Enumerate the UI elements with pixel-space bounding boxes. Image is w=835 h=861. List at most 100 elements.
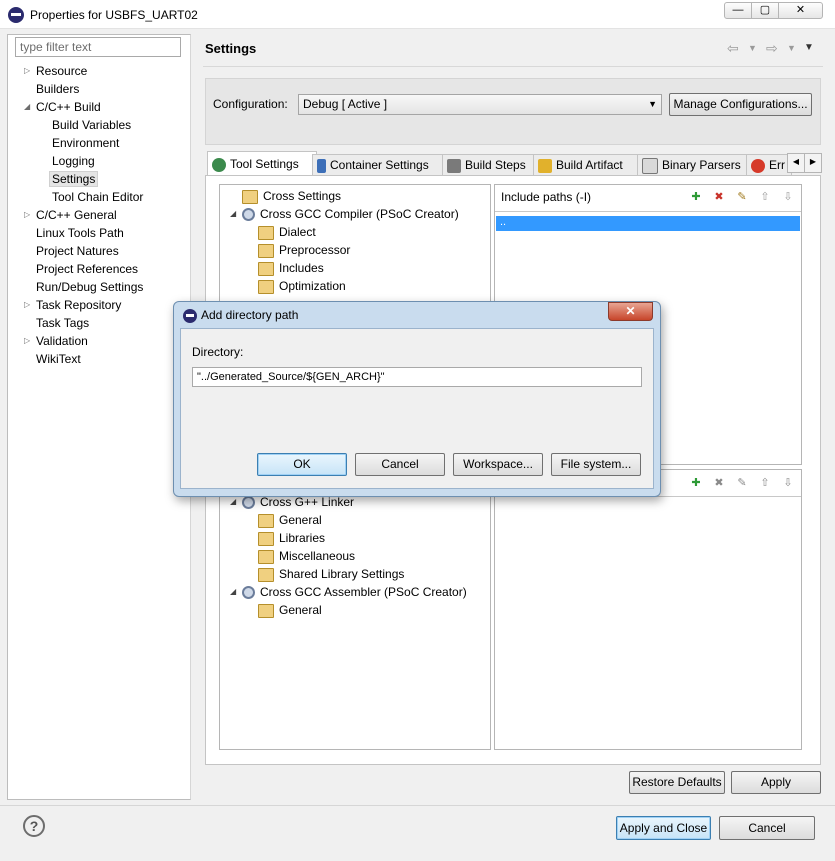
container-icon bbox=[317, 158, 326, 173]
move-down-icon[interactable]: ⇩ bbox=[781, 476, 795, 490]
nav-item-tool-chain-editor[interactable]: Tool Chain Editor bbox=[52, 188, 143, 206]
apply-and-close-button[interactable]: Apply and Close bbox=[616, 816, 711, 840]
binary-icon bbox=[642, 157, 658, 174]
window-title: Properties for USBFS_UART02 bbox=[30, 8, 198, 22]
nav-item-linux-tools-path[interactable]: Linux Tools Path bbox=[36, 224, 124, 242]
restore-defaults-button[interactable]: Restore Defaults bbox=[629, 771, 725, 794]
collapse-triangle-icon[interactable]: ◢ bbox=[24, 98, 30, 116]
expand-triangle-icon[interactable]: ▷ bbox=[24, 62, 30, 80]
tool-settings-icon bbox=[212, 157, 226, 172]
nav-item-project-natures[interactable]: Project Natures bbox=[36, 242, 119, 260]
directory-input[interactable] bbox=[192, 367, 642, 387]
nav-item-environment[interactable]: Environment bbox=[52, 134, 119, 152]
nav-item-builders[interactable]: Builders bbox=[36, 80, 79, 98]
nav-item-run-debug-settings[interactable]: Run/Debug Settings bbox=[36, 278, 143, 296]
move-down-icon[interactable]: ⇩ bbox=[781, 190, 795, 204]
add-path-icon[interactable]: ✚ bbox=[689, 476, 703, 490]
chevron-down-icon: ▼ bbox=[648, 99, 657, 109]
eclipse-app-icon bbox=[8, 7, 24, 23]
nav-item-cpp-general[interactable]: ▷ C/C++ General bbox=[24, 206, 117, 224]
tree-item-dialect[interactable]: Dialect bbox=[258, 223, 316, 241]
collapse-triangle-icon[interactable]: ◢ bbox=[230, 205, 236, 223]
settings-folder-icon bbox=[258, 261, 274, 276]
settings-folder-icon bbox=[258, 549, 274, 564]
nav-item-logging[interactable]: Logging bbox=[52, 152, 95, 170]
apply-button[interactable]: Apply bbox=[731, 771, 821, 794]
settings-folder-icon bbox=[258, 279, 274, 294]
tab-tool-settings[interactable]: Tool Settings bbox=[207, 151, 317, 176]
tree-item-libraries[interactable]: Libraries bbox=[258, 529, 325, 547]
file-system-button[interactable]: File system... bbox=[551, 453, 641, 476]
dialog-title: Add directory path bbox=[201, 308, 299, 322]
tree-item-cross-settings[interactable]: Cross Settings bbox=[242, 187, 341, 205]
include-path-row[interactable]: .. bbox=[496, 216, 800, 231]
collapse-triangle-icon[interactable]: ◢ bbox=[230, 583, 236, 601]
tree-item-shared-library-settings[interactable]: Shared Library Settings bbox=[258, 565, 404, 583]
nav-item-task-tags[interactable]: Task Tags bbox=[36, 314, 89, 332]
expand-triangle-icon[interactable]: ▷ bbox=[24, 332, 30, 350]
close-window-button[interactable]: ✕ bbox=[778, 2, 823, 19]
tree-item-cross-gcc-compiler[interactable]: ◢ Cross GCC Compiler (PSoC Creator) bbox=[230, 205, 459, 223]
manage-configurations-button[interactable]: Manage Configurations... bbox=[669, 93, 812, 116]
tree-item-includes[interactable]: Includes bbox=[258, 259, 324, 277]
tab-scroll-left-button[interactable]: ◀ bbox=[787, 153, 805, 173]
gear-icon bbox=[242, 208, 255, 222]
settings-folder-icon bbox=[258, 513, 274, 528]
delete-path-icon[interactable]: ✖ bbox=[712, 190, 726, 204]
add-path-icon[interactable]: ✚ bbox=[689, 190, 703, 204]
back-history-dropdown-icon[interactable]: ▼ bbox=[748, 43, 757, 53]
tab-scroll-right-button[interactable]: ▶ bbox=[804, 153, 822, 173]
settings-tab-strip: Tool Settings Container Settings Build S… bbox=[205, 151, 822, 176]
edit-path-icon[interactable]: ✎ bbox=[735, 476, 749, 490]
nav-item-validation[interactable]: ▷ Validation bbox=[24, 332, 88, 350]
page-title: Settings bbox=[205, 41, 257, 56]
settings-folder-icon bbox=[242, 189, 258, 204]
expand-triangle-icon[interactable]: ▷ bbox=[24, 296, 30, 314]
help-icon[interactable]: ? bbox=[23, 815, 45, 837]
expand-triangle-icon[interactable]: ▷ bbox=[24, 206, 30, 224]
nav-item-cpp-build[interactable]: ◢ C/C++ Build bbox=[24, 98, 101, 116]
configuration-selected-value: Debug [ Active ] bbox=[303, 97, 388, 111]
header-separator bbox=[203, 66, 823, 67]
maximize-button[interactable]: ▢ bbox=[751, 2, 779, 19]
tab-error-parsers[interactable]: Err bbox=[746, 154, 792, 176]
tree-item-preprocessor[interactable]: Preprocessor bbox=[258, 241, 350, 259]
tree-item-optimization[interactable]: Optimization bbox=[258, 277, 346, 295]
tree-item-cross-gcc-assembler[interactable]: ◢ Cross GCC Assembler (PSoC Creator) bbox=[230, 583, 467, 601]
delete-path-icon[interactable]: ✖ bbox=[712, 476, 726, 490]
secondary-list-panel bbox=[494, 469, 802, 750]
nav-item-task-repository[interactable]: ▷ Task Repository bbox=[24, 296, 121, 314]
directory-label: Directory: bbox=[192, 345, 244, 359]
settings-folder-icon bbox=[258, 531, 274, 546]
configuration-select[interactable]: Debug [ Active ] ▼ bbox=[298, 94, 662, 115]
tree-item-linker-general[interactable]: General bbox=[258, 511, 322, 529]
tab-build-artifact[interactable]: Build Artifact bbox=[533, 154, 640, 176]
eclipse-app-icon bbox=[183, 309, 197, 323]
filter-input[interactable] bbox=[15, 37, 181, 57]
tab-container-settings[interactable]: Container Settings bbox=[312, 154, 446, 176]
move-up-icon[interactable]: ⇧ bbox=[758, 190, 772, 204]
move-up-icon[interactable]: ⇧ bbox=[758, 476, 772, 490]
view-menu-icon[interactable]: ▼ bbox=[804, 42, 814, 53]
edit-path-icon[interactable]: ✎ bbox=[735, 190, 749, 204]
workspace-button[interactable]: Workspace... bbox=[453, 453, 543, 476]
tab-binary-parsers[interactable]: Binary Parsers bbox=[637, 154, 749, 176]
settings-folder-icon bbox=[258, 243, 274, 258]
nav-item-resource[interactable]: ▷ Resource bbox=[24, 62, 87, 80]
nav-item-wikitext[interactable]: WikiText bbox=[36, 350, 81, 368]
cancel-button[interactable]: Cancel bbox=[719, 816, 815, 840]
nav-item-settings[interactable]: Settings bbox=[49, 170, 99, 188]
nav-item-project-references[interactable]: Project References bbox=[36, 260, 138, 278]
dialog-cancel-button[interactable]: Cancel bbox=[355, 453, 445, 476]
dialog-close-button[interactable]: ✕ bbox=[608, 302, 653, 321]
nav-item-build-variables[interactable]: Build Variables bbox=[52, 116, 131, 134]
back-arrow-icon[interactable]: ⇦ bbox=[727, 40, 739, 57]
forward-arrow-icon[interactable]: ⇨ bbox=[766, 40, 778, 57]
tree-item-assembler-general[interactable]: General bbox=[258, 601, 322, 619]
ok-button[interactable]: OK bbox=[257, 453, 347, 476]
minimize-button[interactable]: — bbox=[724, 2, 752, 19]
tree-item-miscellaneous[interactable]: Miscellaneous bbox=[258, 547, 355, 565]
tab-build-steps[interactable]: Build Steps bbox=[442, 154, 536, 176]
include-paths-label: Include paths (-I) bbox=[501, 190, 592, 204]
forward-history-dropdown-icon[interactable]: ▼ bbox=[787, 43, 796, 53]
